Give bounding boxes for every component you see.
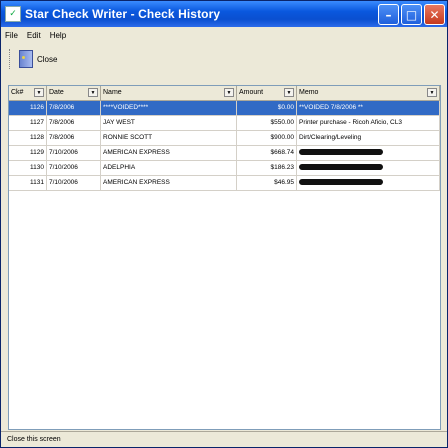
cell-ck: 1126 <box>9 101 47 115</box>
cell-amount: $0.00 <box>237 101 297 115</box>
maximize-button[interactable]: □ <box>401 4 422 25</box>
cell-amount: $900.00 <box>237 131 297 145</box>
column-filter-dropdown-icon[interactable]: ▼ <box>34 88 44 97</box>
column-header-amount-label: Amount <box>239 89 264 96</box>
menu-edit[interactable]: Edit <box>27 31 41 40</box>
cell-memo: **VOIDED 7/8/2006 ** <box>297 101 440 115</box>
check-history-grid[interactable]: Ck# ▼ Date ▼ Name ▼ Amount ▼ Memo ▼ 1126… <box>8 85 441 430</box>
cell-date: 7/8/2006 <box>47 116 101 130</box>
cell-ck: 1129 <box>9 146 47 160</box>
cell-name: RONNIE SCOTT <box>101 131 237 145</box>
cell-ck: 1127 <box>9 116 47 130</box>
cell-amount: $550.00 <box>237 116 297 130</box>
table-row[interactable]: 1127 7/8/2006 JAY WEST $550.00 Printer p… <box>9 116 440 131</box>
column-header-memo-label: Memo <box>299 89 319 96</box>
column-header-name-label: Name <box>103 89 122 96</box>
table-row[interactable]: 1130 7/10/2006 ADELPHIA $186.23 <box>9 161 440 176</box>
grid-header: Ck# ▼ Date ▼ Name ▼ Amount ▼ Memo ▼ <box>9 86 440 101</box>
cell-ck: 1128 <box>9 131 47 145</box>
menu-bar: File Edit Help <box>1 27 447 43</box>
table-row[interactable]: 1128 7/8/2006 RONNIE SCOTT $900.00 Dirt/… <box>9 131 440 146</box>
app-window: ✓ Star Check Writer - Check History – □ … <box>0 0 448 448</box>
close-window-button[interactable]: ✕ <box>424 4 445 25</box>
cell-date: 7/10/2006 <box>47 146 101 160</box>
cell-ck: 1130 <box>9 161 47 175</box>
column-filter-dropdown-icon[interactable]: ▼ <box>427 88 437 97</box>
cell-name: ****VOIDED**** <box>101 101 237 115</box>
menu-file[interactable]: File <box>5 31 18 40</box>
close-icon: ✕ <box>429 7 440 22</box>
cell-amount: $46.95 <box>237 176 297 190</box>
cell-memo <box>297 176 440 190</box>
column-header-name[interactable]: Name ▼ <box>101 86 237 100</box>
cell-memo: Dirt/Clearing/Leveling <box>297 131 440 145</box>
close-button[interactable]: Close <box>19 50 57 68</box>
cell-name: JAY WEST <box>101 116 237 130</box>
cell-ck: 1131 <box>9 176 47 190</box>
cell-date: 7/8/2006 <box>47 131 101 145</box>
cell-date: 7/8/2006 <box>47 101 101 115</box>
cell-name: ADELPHIA <box>101 161 237 175</box>
close-button-label: Close <box>37 54 58 64</box>
toolbar: Close <box>1 44 447 74</box>
column-filter-dropdown-icon[interactable]: ▼ <box>88 88 98 97</box>
table-row[interactable]: 1131 7/10/2006 AMERICAN EXPRESS $46.95 <box>9 176 440 191</box>
minimize-icon: – <box>385 7 392 22</box>
cell-memo <box>297 146 440 160</box>
cell-date: 7/10/2006 <box>47 161 101 175</box>
toolbar-grip[interactable] <box>9 49 13 69</box>
cell-amount: $186.23 <box>237 161 297 175</box>
menu-help[interactable]: Help <box>50 31 66 40</box>
table-row[interactable]: 1126 7/8/2006 ****VOIDED**** $0.00 **VOI… <box>9 101 440 116</box>
redacted-memo <box>299 164 383 171</box>
column-header-amount[interactable]: Amount ▼ <box>237 86 297 100</box>
cell-name: AMERICAN EXPRESS <box>101 146 237 160</box>
check-writer-app-icon: ✓ <box>5 6 21 22</box>
table-row[interactable]: 1129 7/10/2006 AMERICAN EXPRESS $668.74 <box>9 146 440 161</box>
column-filter-dropdown-icon[interactable]: ▼ <box>224 88 234 97</box>
door-exit-icon <box>19 50 33 68</box>
title-bar[interactable]: ✓ Star Check Writer - Check History – □ … <box>1 1 447 27</box>
maximize-icon: □ <box>405 7 418 22</box>
column-header-ck[interactable]: Ck# ▼ <box>9 86 47 100</box>
cell-name: AMERICAN EXPRESS <box>101 176 237 190</box>
cell-date: 7/10/2006 <box>47 176 101 190</box>
minimize-button[interactable]: – <box>378 4 399 25</box>
column-header-date[interactable]: Date ▼ <box>47 86 101 100</box>
cell-amount: $668.74 <box>237 146 297 160</box>
cell-memo <box>297 161 440 175</box>
redacted-memo <box>299 149 383 156</box>
column-header-date-label: Date <box>49 89 64 96</box>
column-header-memo[interactable]: Memo ▼ <box>297 86 440 100</box>
column-header-ck-label: Ck# <box>11 89 24 96</box>
window-title: Star Check Writer - Check History <box>25 7 221 21</box>
status-bar: Close this screen <box>1 431 447 447</box>
redacted-memo <box>299 179 383 186</box>
cell-memo: Printer purchase - Ricoh Aficio, CL3 <box>297 116 440 130</box>
column-filter-dropdown-icon[interactable]: ▼ <box>284 88 294 97</box>
